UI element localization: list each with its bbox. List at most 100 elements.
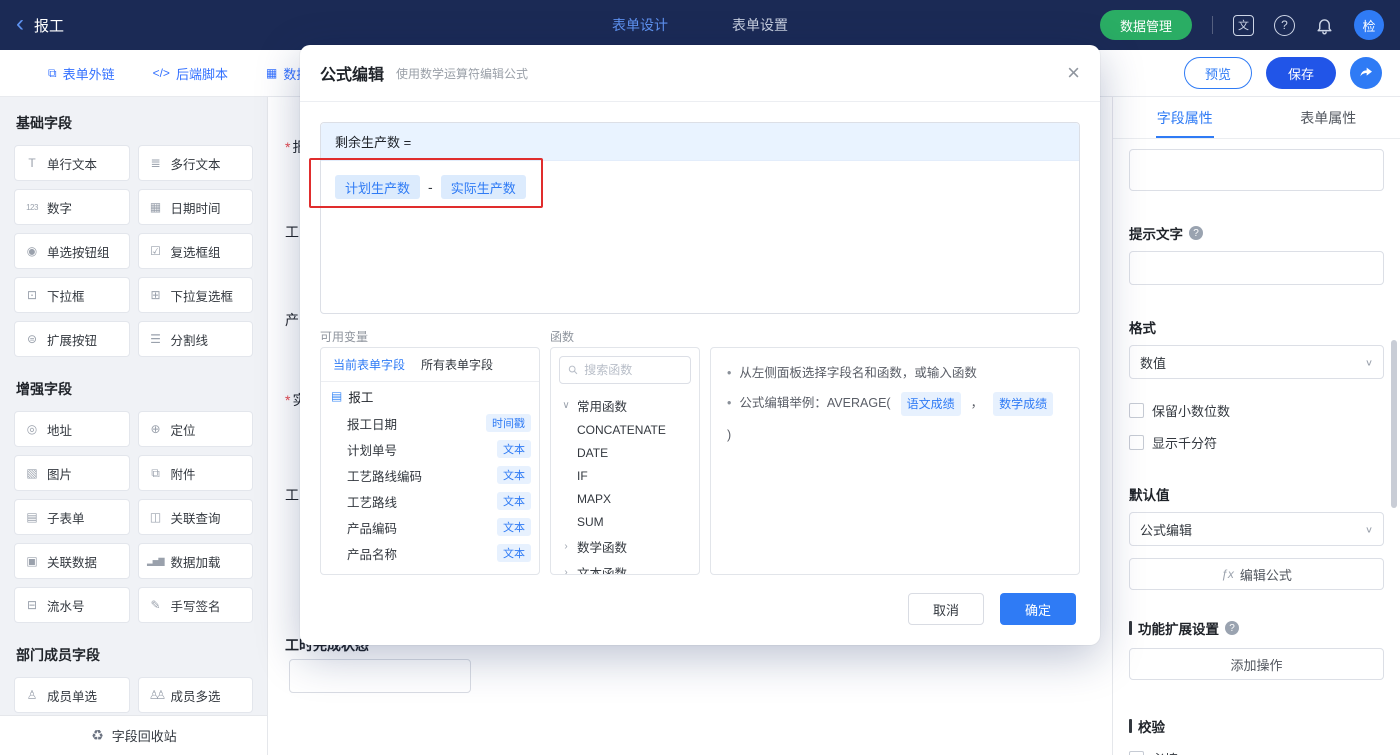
extension-help-icon[interactable]: ? [1225,621,1239,635]
field-label-fragment: 工 [285,485,299,505]
confirm-button[interactable]: 确定 [1000,593,1076,625]
serial-number-icon: ⊟ [26,598,38,612]
tab-form-properties[interactable]: 表单属性 [1257,97,1400,138]
format-select[interactable]: 数值 ∨ [1129,345,1384,379]
image-icon: ▧ [26,466,38,480]
sidebar-item-data-load[interactable]: ▂▅▇ 数据加载 [137,543,253,579]
item-label: 扩展按钮 [47,333,98,348]
sidebar-item-radio-group[interactable]: ◉ 单选按钮组 [14,233,130,269]
tab-field-properties[interactable]: 字段属性 [1113,97,1257,138]
cancel-button[interactable]: 取消 [908,593,984,625]
item-label: 成员多选 [170,689,221,704]
variable-row[interactable]: 产品编码 文本 [321,514,539,540]
back-button[interactable]: ‹ [16,11,24,36]
enhanced-fields-grid: ◎ 地址 ⊕ 定位 ▧ 图片 ⧉ 附件 ▤ 子表单 ◫ 关联查询 ▣ 关联数据 ▂▅▇ 数据加载… [14,411,253,623]
type-badge: 文本 [497,518,531,536]
property-panel-tabs: 字段属性 表单属性 [1113,97,1400,139]
formula-operator[interactable]: - [428,175,433,199]
modal-header: 公式编辑 使用数学运算符编辑公式 × [300,45,1100,102]
sidebar-item-number[interactable]: 123 数字 [14,189,130,225]
item-label: 多行文本 [170,157,221,172]
sidebar-item-extend-button[interactable]: ⊜ 扩展按钮 [14,321,130,357]
item-label: 定位 [170,423,196,438]
sidebar-item-select[interactable]: ⊡ 下拉框 [14,277,130,313]
tab-current-form-fields[interactable]: 当前表单字段 [333,356,405,373]
sidebar-item-location[interactable]: ⊕ 定位 [137,411,253,447]
sidebar-item-address[interactable]: ◎ 地址 [14,411,130,447]
select-icon: ⊡ [26,288,38,302]
sidebar-item-divider-line[interactable]: ☰ 分割线 [137,321,253,357]
variable-tree-root[interactable]: ▤ 报工 [321,382,539,410]
required-star: * [285,392,291,408]
variable-row[interactable]: 计划单号 文本 [321,436,539,462]
tab-form-settings[interactable]: 表单设置 [732,15,788,35]
validation-header: 校验 [1129,716,1384,736]
save-button[interactable]: 保存 [1265,57,1336,89]
toolbar-link-form-external[interactable]: ⧉ 表单外链 [48,64,115,83]
sidebar-item-multi-select[interactable]: ⊞ 下拉复选框 [137,277,253,313]
toolbar-link-backend-script[interactable]: </> 后端脚本 [153,64,228,83]
add-action-button[interactable]: 添加操作 [1129,648,1384,680]
variable-row[interactable]: 工艺路线 文本 [321,488,539,514]
function-search-input[interactable] [584,363,682,377]
item-label: 流水号 [47,599,85,614]
work-status-input[interactable] [289,659,471,693]
thousand-separator-checkbox[interactable]: 显示千分符 [1129,433,1384,452]
function-item[interactable]: SUM [551,510,699,533]
sidebar-item-signature[interactable]: ✎ 手写签名 [137,587,253,623]
required-checkbox[interactable]: 必填 [1129,749,1384,755]
code-icon: </> [152,66,170,80]
field-title-input[interactable] [1129,149,1384,191]
sidebar-item-image[interactable]: ▧ 图片 [14,455,130,491]
sidebar-item-member-multi[interactable]: ♙♙ 成员多选 [137,677,253,713]
function-item[interactable]: CONCATENATE [551,418,699,441]
function-group-math[interactable]: › 数学函数 [551,533,699,559]
sidebar-item-datetime[interactable]: ▦ 日期时间 [137,189,253,225]
sidebar-item-relation-data[interactable]: ▣ 关联数据 [14,543,130,579]
sidebar-item-member-single[interactable]: ♙ 成员单选 [14,677,130,713]
formula-token-actual-qty[interactable]: 实际生产数 [440,175,526,199]
sidebar-item-relation-query[interactable]: ◫ 关联查询 [137,499,253,535]
formula-target: 剩余生产数 = [321,123,1079,161]
translate-icon[interactable]: 文 [1233,14,1254,36]
label-text: 提示文字 [1129,227,1183,242]
tab-form-design[interactable]: 表单设计 [612,15,668,35]
field-recycle-bin[interactable]: ♻ 字段回收站 [0,715,267,755]
keep-decimal-checkbox[interactable]: 保留小数位数 [1129,401,1384,420]
group-label: 文本函数 [577,566,628,575]
toolbar-link-label: 表单外链 [62,66,115,82]
subform-icon: ▤ [26,510,38,524]
sidebar-item-attachment[interactable]: ⧉ 附件 [137,455,253,491]
hint-text-input[interactable] [1129,251,1384,285]
sidebar-item-subform[interactable]: ▤ 子表单 [14,499,130,535]
default-value-select[interactable]: 公式编辑 ∨ [1129,512,1384,546]
avatar[interactable]: 检 [1354,10,1384,40]
preview-button[interactable]: 预览 [1183,57,1252,89]
close-icon[interactable]: × [1067,62,1080,84]
bell-icon[interactable] [1315,16,1334,35]
sidebar-item-single-line-text[interactable]: T 单行文本 [14,145,130,181]
function-group-common[interactable]: ∨ 常用函数 [551,392,699,418]
formula-token-planned-qty[interactable]: 计划生产数 [335,175,421,199]
function-search-box[interactable] [559,356,691,384]
checkbox-label: 显示千分符 [1152,436,1218,451]
sidebar-item-checkbox-group[interactable]: ☑ 复选框组 [137,233,253,269]
tab-all-form-fields[interactable]: 所有表单字段 [421,356,493,373]
help-icon[interactable]: ? [1274,14,1295,36]
item-label: 地址 [47,423,73,438]
sidebar-item-multi-line-text[interactable]: ≣ 多行文本 [137,145,253,181]
edit-formula-button[interactable]: ƒx 编辑公式 [1129,558,1384,590]
variable-row[interactable]: 产品名称 文本 [321,540,539,566]
scrollbar-thumb[interactable] [1391,340,1397,508]
function-item[interactable]: MAPX [551,487,699,510]
share-button[interactable] [1350,57,1382,89]
variable-row[interactable]: 报工日期 时间戳 [321,410,539,436]
sidebar-item-serial-number[interactable]: ⊟ 流水号 [14,587,130,623]
function-item[interactable]: DATE [551,441,699,464]
variable-row[interactable]: 工艺路线编码 文本 [321,462,539,488]
function-group-text[interactable]: › 文本函数 [551,559,699,575]
formula-input-area[interactable]: 计划生产数 - 实际生产数 [309,158,1079,313]
function-item[interactable]: IF [551,464,699,487]
data-manage-button[interactable]: 数据管理 [1099,10,1192,40]
hint-help-icon[interactable]: ? [1189,226,1203,240]
